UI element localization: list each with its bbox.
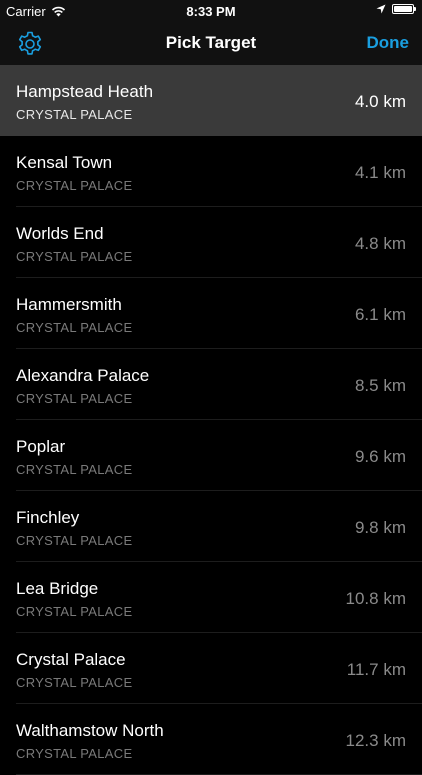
status-time: 8:33 PM <box>186 4 236 19</box>
list-item[interactable]: Alexandra Palace CRYSTAL PALACE 8.5 km <box>0 349 422 420</box>
target-distance: 12.3 km <box>345 731 406 750</box>
target-distance: 8.5 km <box>354 376 406 395</box>
battery-icon <box>392 4 416 14</box>
target-list: Hampstead Heath CRYSTAL PALACE 4.0 km Kensa… <box>0 65 422 775</box>
location-arrow-icon <box>376 4 386 14</box>
status-bar: Carrier 8:33 PM <box>0 0 422 22</box>
list-item[interactable]: Worlds End CRYSTAL PALACE 4.8 km <box>0 207 422 278</box>
list-item[interactable]: Walthamstow North CRYSTAL PALACE 12.3 km <box>0 704 422 775</box>
battery-level <box>394 6 412 12</box>
target-distance: 6.1 km <box>354 305 406 324</box>
target-name: Alexandra Palace <box>16 366 150 385</box>
target-distance: 4.8 km <box>354 234 406 253</box>
target-area: CRYSTAL PALACE <box>16 675 133 690</box>
list-item[interactable]: Kensal Town CRYSTAL PALACE 4.1 km <box>0 136 422 207</box>
target-area: CRYSTAL PALACE <box>16 533 133 548</box>
target-area: CRYSTAL PALACE <box>16 320 133 335</box>
list-item[interactable]: Lea Bridge CRYSTAL PALACE 10.8 km <box>0 562 422 633</box>
list-item[interactable]: Finchley CRYSTAL PALACE 9.8 km <box>0 491 422 562</box>
target-area: CRYSTAL PALACE <box>16 462 133 477</box>
target-name: Poplar <box>16 437 66 456</box>
list-item[interactable]: Poplar CRYSTAL PALACE 9.6 km <box>0 420 422 491</box>
target-name: Kensal Town <box>16 153 113 172</box>
target-distance: 4.0 km <box>354 92 406 111</box>
target-name: Hammersmith <box>16 295 122 314</box>
target-distance: 9.6 km <box>354 447 406 466</box>
status-right <box>376 4 416 14</box>
target-area: CRYSTAL PALACE <box>16 107 133 122</box>
target-distance: 11.7 km <box>346 660 406 679</box>
target-name: Hampstead Heath <box>16 82 154 101</box>
target-area: CRYSTAL PALACE <box>16 746 133 761</box>
list-item[interactable]: Hampstead Heath CRYSTAL PALACE 4.0 km <box>0 65 422 136</box>
target-distance: 4.1 km <box>354 163 406 182</box>
target-area: CRYSTAL PALACE <box>16 178 133 193</box>
target-area: CRYSTAL PALACE <box>16 391 133 406</box>
target-distance: 10.8 km <box>345 589 406 608</box>
list-item[interactable]: Hammersmith CRYSTAL PALACE 6.1 km <box>0 278 422 349</box>
target-name: Crystal Palace <box>16 650 126 669</box>
page-title: Pick Target <box>165 33 257 52</box>
navigation-bar: Pick Target Done <box>0 22 422 65</box>
target-area: CRYSTAL PALACE <box>16 249 133 264</box>
target-name: Finchley <box>16 508 80 527</box>
target-name: Lea Bridge <box>16 579 99 598</box>
target-name: Walthamstow North <box>16 721 164 740</box>
target-area: CRYSTAL PALACE <box>16 604 133 619</box>
target-name: Worlds End <box>16 224 104 243</box>
list-item[interactable]: Crystal Palace CRYSTAL PALACE 11.7 km <box>0 633 422 704</box>
target-distance: 9.8 km <box>354 518 406 537</box>
done-button[interactable]: Done <box>367 33 410 53</box>
